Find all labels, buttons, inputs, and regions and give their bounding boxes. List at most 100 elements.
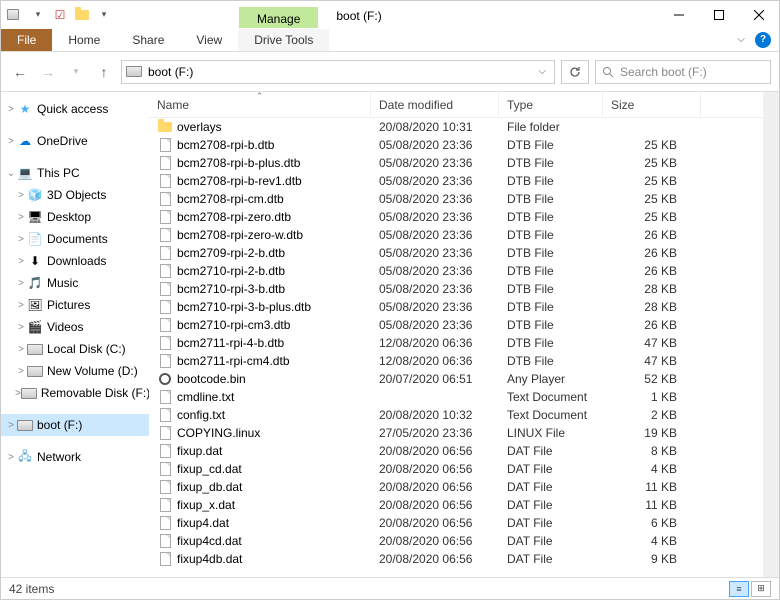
nav-item-desktop[interactable]: >🖥Desktop (1, 206, 149, 228)
file-row[interactable]: cmdline.txtText Document1 KB (149, 388, 763, 406)
file-row[interactable]: bcm2708-rpi-zero-w.dtb05/08/2020 23:36DT… (149, 226, 763, 244)
close-button[interactable] (739, 1, 779, 28)
file-row[interactable]: bcm2710-rpi-cm3.dtb05/08/2020 23:36DTB F… (149, 316, 763, 334)
nav-item-3d-objects[interactable]: >🧊3D Objects (1, 184, 149, 206)
nav-item-quick-access[interactable]: >★Quick access (1, 98, 149, 120)
file-row[interactable]: fixup_x.dat20/08/2020 06:56DAT File11 KB (149, 496, 763, 514)
nav-item-videos[interactable]: >🎬Videos (1, 316, 149, 338)
file-row[interactable]: COPYING.linux27/05/2020 23:36LINUX File1… (149, 424, 763, 442)
file-row[interactable]: bcm2711-rpi-4-b.dtb12/08/2020 06:36DTB F… (149, 334, 763, 352)
header-size[interactable]: Size (603, 92, 701, 117)
help-icon[interactable]: ? (755, 32, 771, 48)
file-row[interactable]: bcm2708-rpi-zero.dtb05/08/2020 23:36DTB … (149, 208, 763, 226)
nav-item-local-disk-c[interactable]: >Local Disk (C:) (1, 338, 149, 360)
nav-item-pictures[interactable]: >🖼Pictures (1, 294, 149, 316)
drive-icon (27, 341, 43, 357)
chevron-icon[interactable]: > (5, 452, 17, 463)
chevron-icon[interactable]: > (15, 344, 27, 355)
chevron-icon[interactable]: > (5, 136, 17, 147)
recent-dropdown-icon[interactable]: ▾ (65, 66, 87, 77)
file-row[interactable]: fixup4.dat20/08/2020 06:56DAT File6 KB (149, 514, 763, 532)
file-row[interactable]: fixup4cd.dat20/08/2020 06:56DAT File4 KB (149, 532, 763, 550)
up-button[interactable]: ↑ (93, 64, 115, 80)
thumbnails-view-button[interactable]: ⊞ (751, 581, 771, 597)
chevron-icon[interactable]: > (15, 366, 27, 377)
qat-dropdown-icon[interactable]: ▾ (29, 6, 47, 24)
file-name: bcm2711-rpi-cm4.dtb (177, 354, 290, 368)
file-row[interactable]: bcm2710-rpi-3-b.dtb05/08/2020 23:36DTB F… (149, 280, 763, 298)
nav-item-removable-disk-f[interactable]: >Removable Disk (F:) (1, 382, 149, 404)
back-button[interactable]: ← (9, 64, 31, 80)
file-tab[interactable]: File (1, 29, 52, 51)
file-row[interactable]: bcm2710-rpi-3-b-plus.dtb05/08/2020 23:36… (149, 298, 763, 316)
file-date: 05/08/2020 23:36 (371, 138, 499, 152)
file-row[interactable]: fixup_db.dat20/08/2020 06:56DAT File11 K… (149, 478, 763, 496)
home-tab[interactable]: Home (52, 29, 116, 51)
nav-item-documents[interactable]: >📄Documents (1, 228, 149, 250)
chevron-icon[interactable]: > (15, 256, 27, 267)
qat-overflow-icon[interactable]: ▾ (95, 6, 113, 24)
file-date: 05/08/2020 23:36 (371, 174, 499, 188)
chevron-icon[interactable]: > (15, 278, 27, 289)
nav-item-network[interactable]: >🖧Network (1, 446, 149, 468)
file-icon (157, 263, 173, 279)
file-row[interactable]: overlays20/08/2020 10:31File folder (149, 118, 763, 136)
file-date: 05/08/2020 23:36 (371, 246, 499, 260)
chevron-icon[interactable]: ⌄ (5, 168, 17, 179)
chevron-icon[interactable]: > (15, 212, 27, 223)
forward-button[interactable]: → (37, 64, 59, 80)
file-row[interactable]: fixup_cd.dat20/08/2020 06:56DAT File4 KB (149, 460, 763, 478)
details-view-button[interactable]: ≡ (729, 581, 749, 597)
file-row[interactable]: bootcode.bin20/07/2020 06:51Any Player52… (149, 370, 763, 388)
header-type[interactable]: Type (499, 92, 603, 117)
pictures-icon: 🖼 (27, 297, 43, 313)
drive-tools-tab[interactable]: Drive Tools (238, 29, 329, 51)
vertical-scrollbar[interactable] (763, 92, 779, 577)
chevron-icon[interactable]: > (15, 300, 27, 311)
view-tab[interactable]: View (180, 29, 238, 51)
file-row[interactable]: bcm2708-rpi-b-rev1.dtb05/08/2020 23:36DT… (149, 172, 763, 190)
header-name[interactable]: ⌃Name (149, 92, 371, 117)
file-name: bcm2710-rpi-3-b.dtb (177, 282, 285, 296)
file-row[interactable]: config.txt20/08/2020 10:32Text Document2… (149, 406, 763, 424)
chevron-icon[interactable]: > (5, 104, 17, 115)
file-type: DAT File (499, 462, 603, 476)
file-row[interactable]: fixup.dat20/08/2020 06:56DAT File8 KB (149, 442, 763, 460)
file-row[interactable]: bcm2708-rpi-cm.dtb05/08/2020 23:36DTB Fi… (149, 190, 763, 208)
file-row[interactable]: bcm2708-rpi-b.dtb05/08/2020 23:36DTB Fil… (149, 136, 763, 154)
file-icon (157, 155, 173, 171)
share-tab[interactable]: Share (116, 29, 180, 51)
address-bar[interactable]: boot (F:) ⌵ (121, 60, 555, 84)
maximize-button[interactable] (699, 1, 739, 28)
nav-item-music[interactable]: >🎵Music (1, 272, 149, 294)
nav-item-onedrive[interactable]: >☁OneDrive (1, 130, 149, 152)
file-row[interactable]: bcm2710-rpi-2-b.dtb05/08/2020 23:36DTB F… (149, 262, 763, 280)
refresh-button[interactable] (561, 60, 589, 84)
file-type: Any Player (499, 372, 603, 386)
file-row[interactable]: bcm2709-rpi-2-b.dtb05/08/2020 23:36DTB F… (149, 244, 763, 262)
nav-item-new-volume-d[interactable]: >New Volume (D:) (1, 360, 149, 382)
ribbon-expand-icon[interactable]: ⌵ (737, 34, 745, 45)
search-input[interactable]: Search boot (F:) (595, 60, 771, 84)
nav-item-boot-f[interactable]: >boot (F:) (1, 414, 149, 436)
chevron-icon[interactable]: > (5, 420, 17, 431)
properties-icon[interactable]: ☑ (51, 6, 69, 24)
header-date[interactable]: Date modified (371, 92, 499, 117)
file-row[interactable]: bcm2711-rpi-cm4.dtb12/08/2020 06:36DTB F… (149, 352, 763, 370)
chevron-icon[interactable]: > (15, 234, 27, 245)
file-type: DTB File (499, 318, 603, 332)
file-type: DTB File (499, 336, 603, 350)
address-dropdown-icon[interactable]: ⌵ (534, 66, 550, 77)
nav-label: Desktop (47, 210, 91, 224)
chevron-icon[interactable]: > (15, 322, 27, 333)
documents-icon: 📄 (27, 231, 43, 247)
chevron-icon[interactable]: > (15, 190, 27, 201)
file-icon (157, 407, 173, 423)
file-row[interactable]: bcm2708-rpi-b-plus.dtb05/08/2020 23:36DT… (149, 154, 763, 172)
file-row[interactable]: fixup4db.dat20/08/2020 06:56DAT File9 KB (149, 550, 763, 568)
minimize-button[interactable] (659, 1, 699, 28)
nav-item-this-pc[interactable]: ⌄💻This PC (1, 162, 149, 184)
nav-item-downloads[interactable]: >⬇Downloads (1, 250, 149, 272)
file-size: 52 KB (603, 372, 701, 386)
file-name: bcm2710-rpi-3-b-plus.dtb (177, 300, 311, 314)
